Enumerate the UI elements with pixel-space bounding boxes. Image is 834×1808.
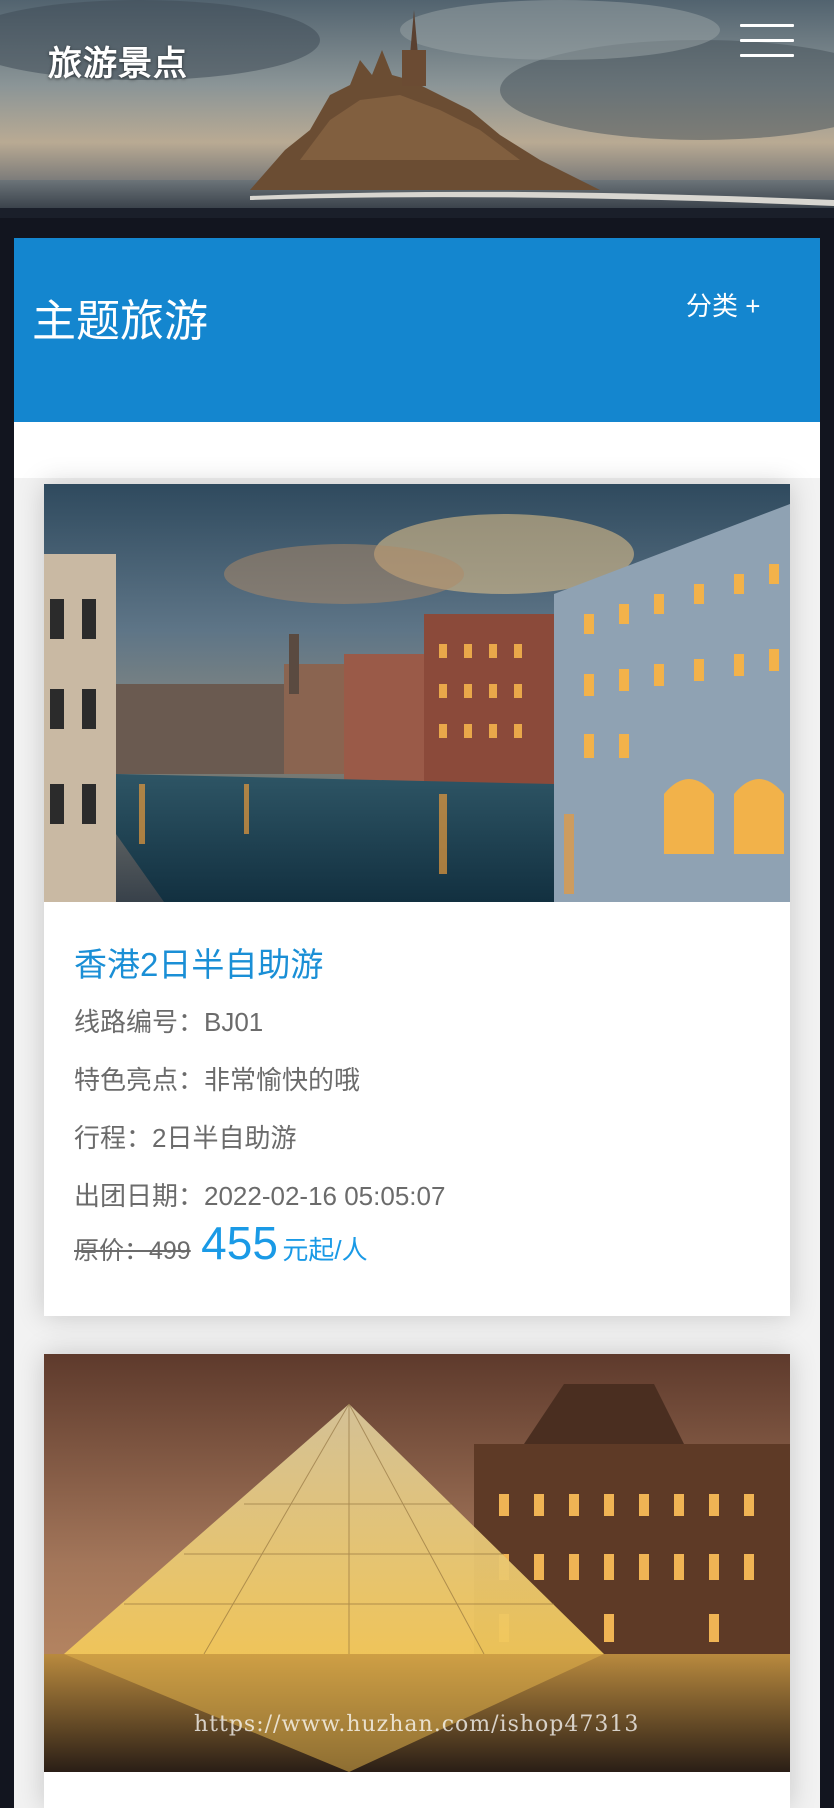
menu-bar [740, 24, 794, 27]
theme-travel-panel: 主题旅游 分类 + 香港2日半自助游 线路编号：BJ01 特色亮点：非常愉快的哦… [14, 238, 820, 1808]
tour-title[interactable]: 香港2日半自助游 [74, 938, 323, 986]
sale-price: 455 [201, 1217, 278, 1269]
route-code: 线路编号：BJ01 [74, 1007, 264, 1037]
section-title: 主题旅游 [32, 297, 208, 346]
spacer-strip [14, 422, 820, 478]
louvre-pyramid-illustration [44, 1354, 790, 1772]
hamburger-menu-icon[interactable] [740, 22, 796, 58]
header-banner: 旅游景点 [0, 0, 834, 218]
venice-canal-image[interactable] [44, 484, 790, 902]
venice-canal-illustration [44, 484, 790, 902]
price-row: 原价：499 455 元起/人 [74, 1216, 368, 1270]
tour-card[interactable]: https://www.huzhan.com/ishop47313 [44, 1354, 790, 1808]
original-price: 原价：499 [74, 1237, 191, 1265]
louvre-pyramid-image[interactable]: https://www.huzhan.com/ishop47313 [44, 1354, 790, 1772]
category-toggle-button[interactable]: 分类 + [686, 286, 760, 323]
tour-itinerary: 行程：2日半自助游 [74, 1123, 297, 1153]
menu-bar [740, 54, 794, 57]
section-header: 主题旅游 分类 + [14, 238, 820, 422]
departure-date: 出团日期：2022-02-16 05:05:07 [74, 1181, 446, 1211]
menu-bar [740, 39, 794, 42]
image-watermark: https://www.huzhan.com/ishop47313 [194, 1712, 640, 1737]
mont-saint-michel-banner-image [0, 0, 834, 218]
tour-card[interactable]: 香港2日半自助游 线路编号：BJ01 特色亮点：非常愉快的哦 行程：2日半自助游… [44, 484, 790, 1316]
price-unit: 元起/人 [282, 1235, 368, 1265]
tour-highlight: 特色亮点：非常愉快的哦 [74, 1065, 361, 1095]
site-logo[interactable]: 旅游景点 [48, 36, 188, 85]
